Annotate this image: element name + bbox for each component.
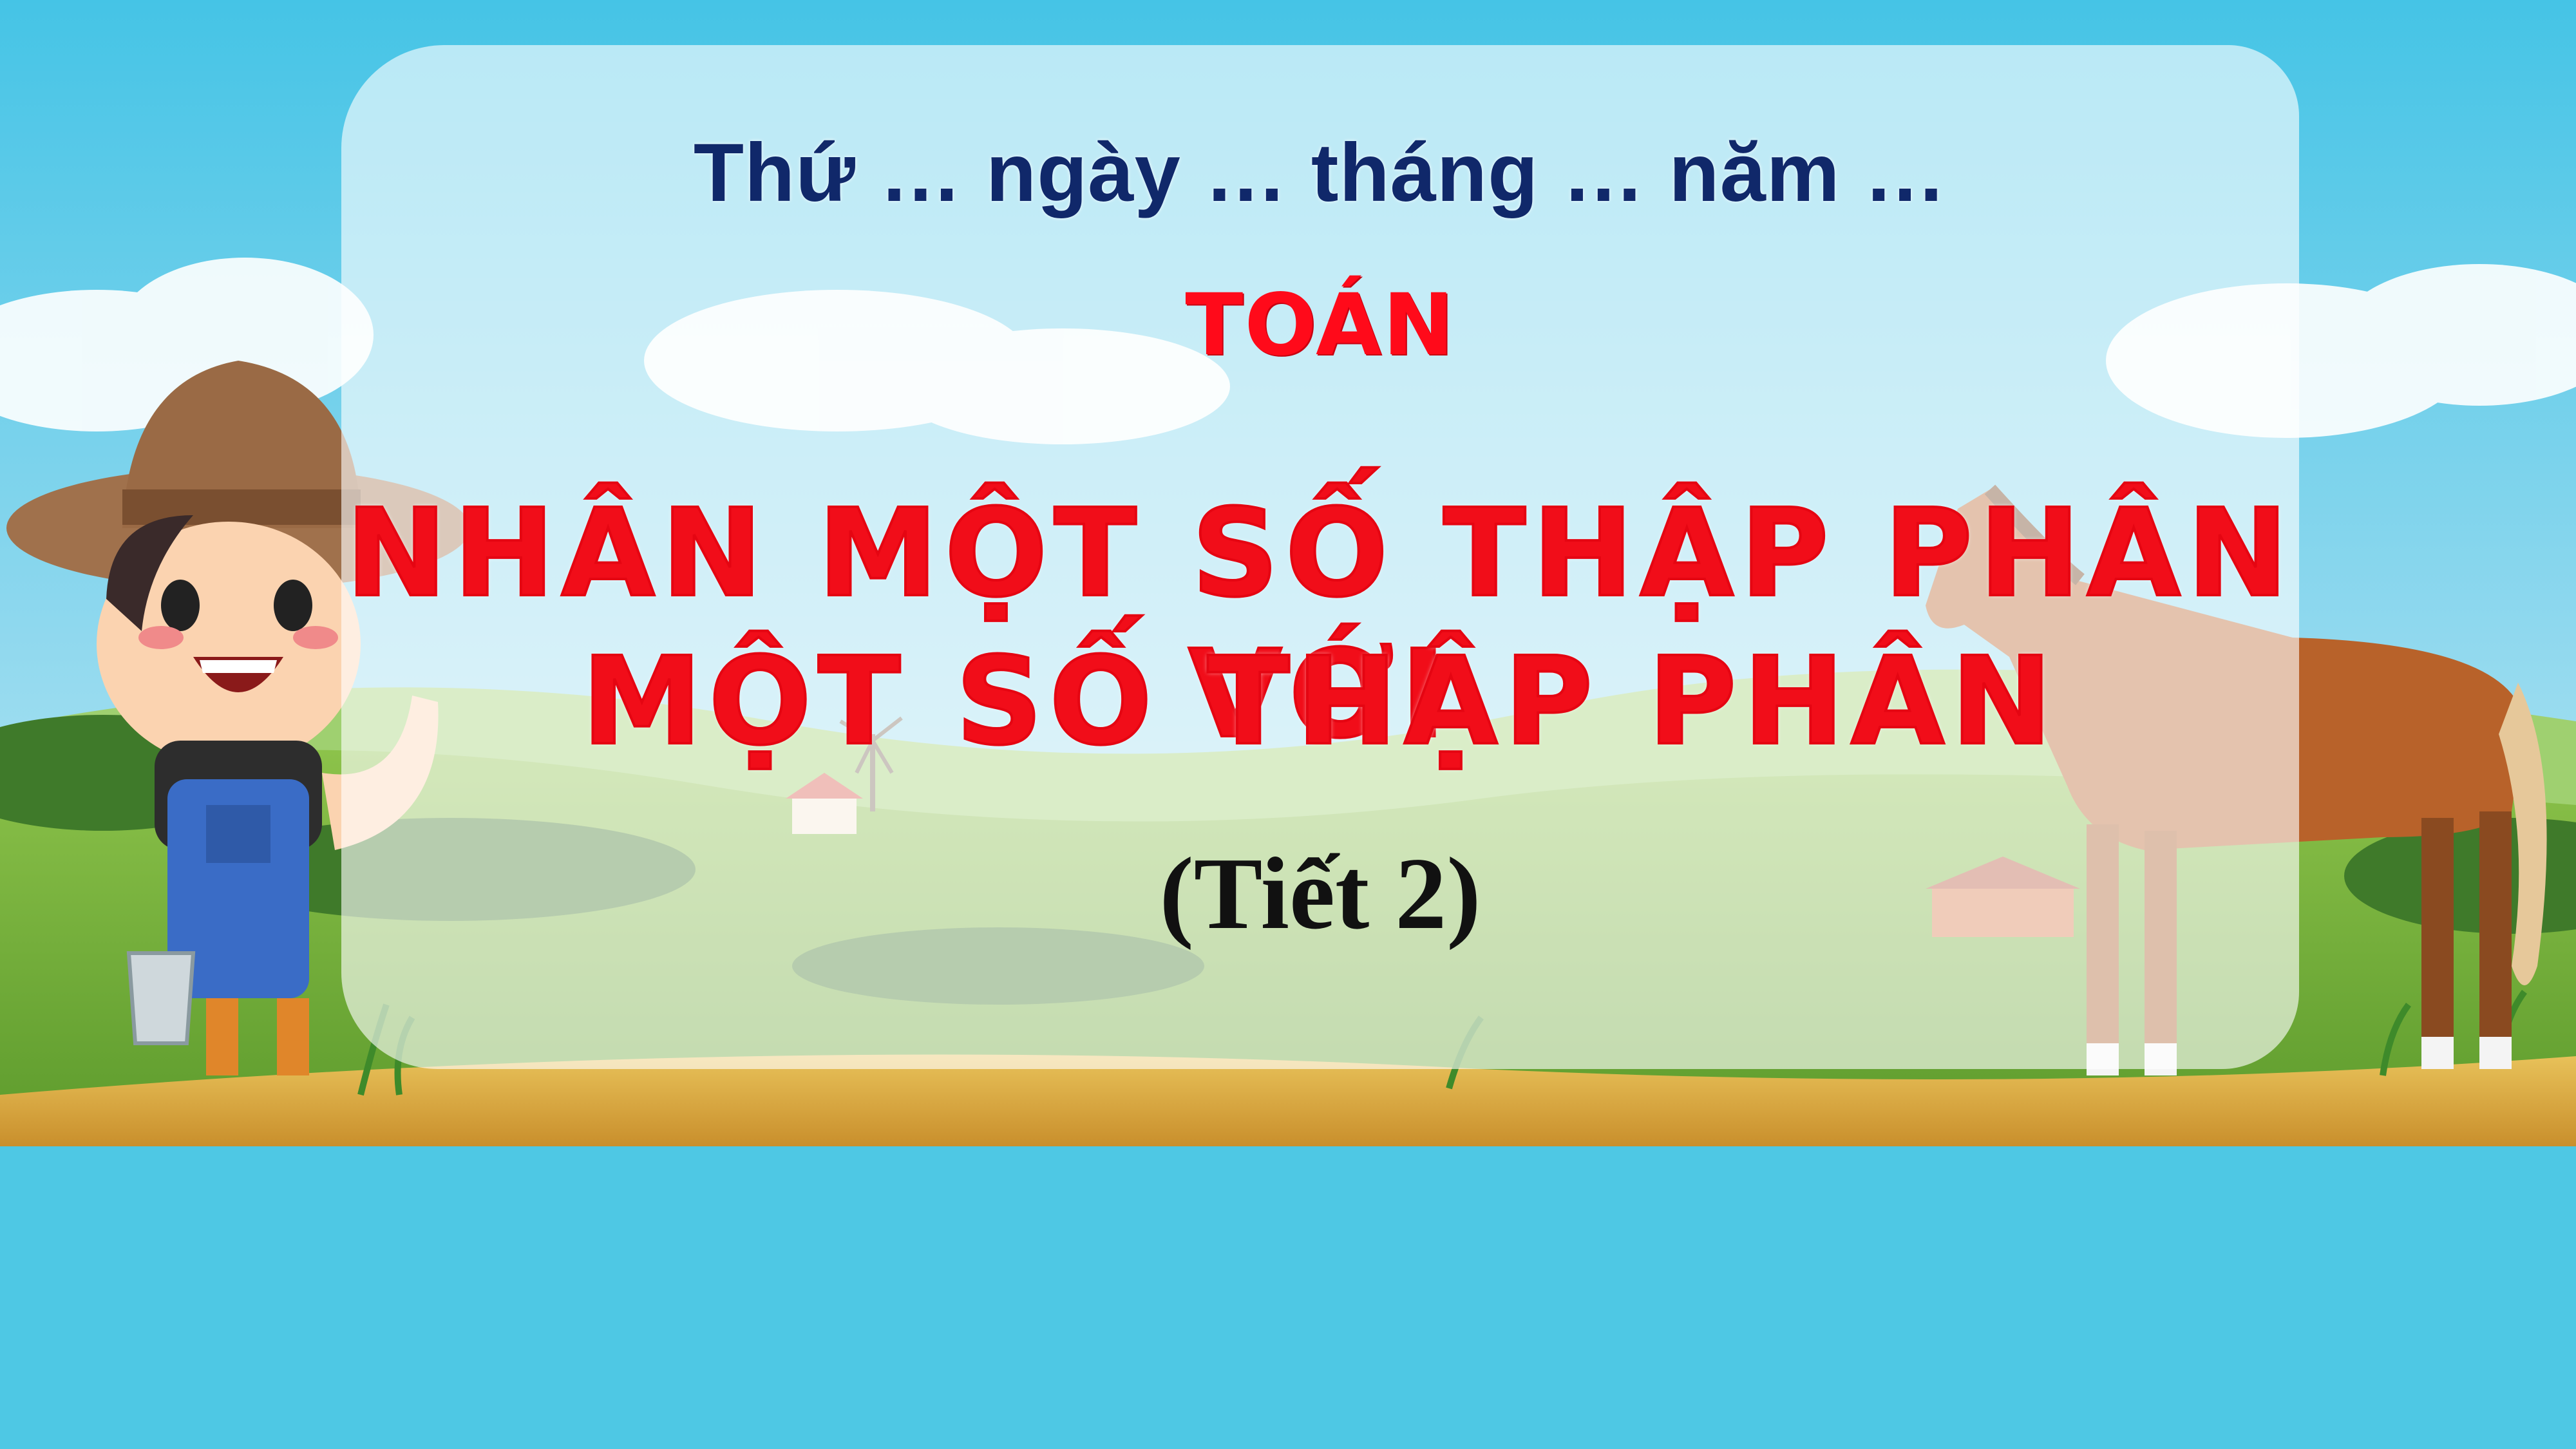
lesson-period: (Tiết 2) [1159, 836, 1481, 951]
lesson-title-line-2: MỘT SỐ THẬP PHÂN [580, 630, 2059, 773]
title-panel: Thứ … ngày … tháng … năm … TOÁN NHÂN MỘT… [341, 45, 2299, 1069]
date-line: Thứ … ngày … tháng … năm … [693, 127, 1947, 219]
subject-label: TOÁN [1185, 276, 1455, 375]
